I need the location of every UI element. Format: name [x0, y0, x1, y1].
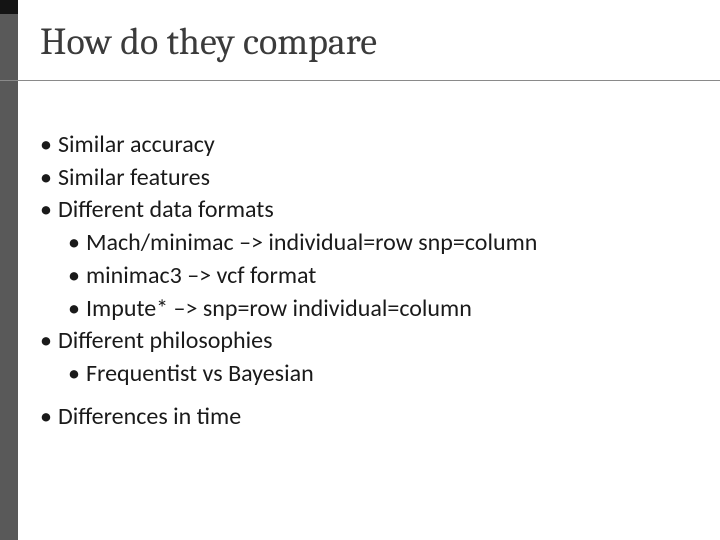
sub-list: Frequentist vs Bayesian [68, 359, 690, 390]
sub-list: Mach/minimac –> individual=row snp=colum… [68, 228, 690, 324]
title-rule [0, 80, 720, 81]
list-item: Similar features [40, 163, 690, 194]
list-item: Frequentist vs Bayesian [68, 359, 690, 390]
list-item: Differences in time [40, 402, 690, 433]
list-item: Different philosophies [40, 326, 690, 357]
slide-body: Similar accuracy Similar features Differ… [40, 130, 690, 434]
bullet-list: Similar accuracy Similar features Differ… [40, 130, 690, 390]
slide: How do they compare Similar accuracy Sim… [0, 0, 720, 540]
accent-bar-top [0, 0, 18, 14]
slide-title: How do they compare [40, 20, 377, 64]
list-item: Mach/minimac –> individual=row snp=colum… [68, 228, 690, 259]
list-item: Similar accuracy [40, 130, 690, 161]
bullet-list: Differences in time [40, 402, 690, 433]
accent-bar [0, 0, 18, 540]
list-item: Different data formats [40, 195, 690, 226]
list-item: Impute* –> snp=row individual=column [68, 294, 690, 325]
spacer [40, 392, 690, 402]
list-item: minimac3 –> vcf format [68, 261, 690, 292]
